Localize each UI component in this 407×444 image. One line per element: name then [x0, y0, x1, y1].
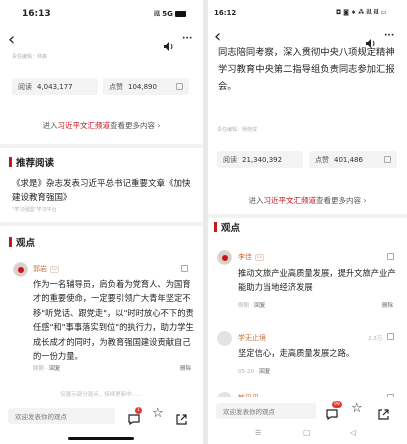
back-nav-icon[interactable]: ◁ — [350, 428, 356, 437]
commenter-name[interactable]: 郭岩 Lv — [33, 264, 60, 274]
editor-line: 责任编辑：杨晓成 — [217, 127, 258, 133]
star-icon[interactable]: ☆ — [152, 407, 164, 421]
read-value: 4,043,177 — [37, 82, 73, 91]
channel-link-prefix: 进入 — [248, 196, 264, 205]
channel-link[interactable]: 进入习近平文汇频道查看更多内容 › — [0, 120, 203, 131]
left-phone-screen: 16:13 𝗂𝗅𝗅 5G ‹ ··· 责任编辑：林森 阅读 4,043,177 点… — [0, 0, 203, 444]
back-icon[interactable]: ‹ — [8, 31, 15, 49]
opinions-title-text: 观点 — [16, 238, 36, 249]
comment-meta: 刚刚 · 回复 — [238, 303, 266, 309]
comment-time: 05-20 — [238, 369, 254, 375]
delete-button[interactable]: 删除 — [180, 364, 191, 372]
thumbs-up-icon[interactable] — [181, 265, 188, 272]
reply-button[interactable]: 回复 — [254, 303, 265, 309]
read-label: 阅读 — [223, 155, 237, 164]
level-badge: Lv — [50, 266, 60, 273]
commenter-name[interactable]: 李佳 Lv — [238, 252, 265, 262]
battery-icon — [175, 11, 187, 17]
level-badge: Lv — [255, 254, 265, 261]
channel-link-prefix: 进入 — [42, 121, 58, 130]
opinions-title: 观点 — [9, 235, 35, 249]
speaker-icon[interactable] — [164, 36, 174, 55]
channel-link-highlight: 习近平文汇频道 — [263, 196, 317, 205]
like-box[interactable]: 点赞 401,486 — [309, 151, 397, 168]
avatar[interactable] — [217, 250, 232, 265]
recommended-article-title[interactable]: 《求是》杂志发表习近平总书记重要文章《加快建设教育强国》 — [12, 177, 192, 205]
share-icon[interactable] — [176, 410, 187, 429]
status-time: 16:12 — [214, 9, 237, 17]
thumbs-up-icon — [384, 156, 391, 163]
channel-link-suffix: 查看更多内容 — [110, 121, 156, 130]
more-icon[interactable]: ··· — [384, 31, 394, 41]
editor-line: 责任编辑：林森 — [12, 54, 48, 60]
right-phone-screen: 16:12 ◘ ◙ ∗ ⁂ 𝗂𝗅𝗅 𝗂𝗅𝗅 ▭ ‹ ··· 同志陪同考察，深入贯… — [208, 0, 407, 444]
chevron-right-icon: › — [157, 121, 161, 130]
comment-meta: 05-20 · 回复 — [238, 369, 271, 375]
divider — [208, 214, 407, 218]
commenter-name[interactable]: 学无止境 — [238, 333, 266, 343]
like-label: 点赞 — [315, 155, 329, 164]
status-icons: ◘ ◙ ∗ ⁂ 𝗂𝗅𝗅 𝗂𝗅𝗅 ▭ — [336, 9, 387, 16]
comment-time: 刚刚 — [238, 303, 250, 309]
comment-text: 作为一名辅导员，肩负着为党育人、为国育才的重要使命，一定要引领广大青年坚定不移"… — [33, 279, 194, 362]
like-box[interactable]: 点赞 104,890 — [103, 78, 189, 95]
avatar[interactable] — [13, 262, 28, 277]
recommended-title: 推荐阅读 — [9, 155, 54, 169]
comment-time: 刚刚 — [33, 366, 45, 372]
comment-count-badge: 99 — [332, 401, 342, 408]
like-label: 点赞 — [109, 82, 123, 91]
network-type: 5G — [162, 10, 173, 18]
share-icon[interactable] — [378, 405, 389, 424]
home-nav-icon[interactable]: ▢ — [303, 428, 311, 437]
status-time: 16:13 — [22, 9, 51, 19]
channel-link[interactable]: 进入习近平文汇频道查看更多内容 › — [208, 195, 407, 206]
opinions-title-text: 观点 — [221, 223, 241, 234]
reply-button[interactable]: 回复 — [259, 369, 270, 375]
status-icons: 𝗂𝗅𝗅 5G — [154, 10, 187, 18]
like-count: 2.3万 — [368, 336, 383, 342]
section-bar — [9, 237, 12, 247]
home-indicator[interactable] — [68, 437, 134, 440]
divider — [0, 144, 203, 148]
read-label: 阅读 — [18, 82, 32, 91]
comment-text: 坚定信心，走高质量发展之路。 — [238, 348, 355, 358]
menu-nav-icon[interactable]: ☰ — [255, 429, 261, 437]
opinions-title: 观点 — [214, 220, 240, 234]
read-value: 21,340,392 — [242, 155, 283, 164]
commenter-name-text: 李佳 — [238, 253, 252, 261]
read-count-box: 阅读 4,043,177 — [12, 78, 98, 95]
avatar[interactable] — [217, 331, 232, 346]
comment-text: 推动文旅产业高质量发展，提升文旅产业产能助力当地经济发展 — [238, 268, 396, 293]
commenter-name-text: 郭岩 — [33, 265, 47, 273]
comment-count-badge: 1 — [135, 407, 142, 414]
comment-input[interactable]: 欢迎发表你的观点 — [216, 403, 316, 419]
recommended-title-text: 推荐阅读 — [16, 158, 55, 169]
reply-button[interactable]: 回复 — [49, 366, 60, 372]
recommended-article-source: "学习强国"学习平台 — [12, 207, 57, 213]
comment-icon[interactable]: 1 — [128, 407, 142, 429]
signal-icon: 𝗂𝗅𝗅 — [154, 10, 160, 18]
comment-icon[interactable]: 99 — [326, 401, 342, 424]
comment-input[interactable]: 欢迎发表你的观点 — [8, 408, 115, 424]
thumbs-up-icon[interactable] — [387, 333, 394, 340]
read-count-box: 阅读 21,340,392 — [217, 151, 303, 168]
footer-hint: 仅展示部分观点，持续更新中…… — [60, 392, 143, 398]
thumbs-up-icon — [176, 83, 183, 90]
article-paragraph: 同志陪同考察，深入贯彻中央八项规定精神学习教育中央第二指导组负责同志参加汇报会。 — [218, 47, 395, 92]
delete-button[interactable]: 删除 — [382, 301, 393, 309]
like-value: 104,890 — [128, 82, 157, 91]
channel-link-suffix: 查看更多内容 — [316, 196, 362, 205]
thumbs-up-icon[interactable] — [387, 253, 394, 260]
channel-link-highlight: 习近平文汇频道 — [57, 121, 111, 130]
star-icon[interactable]: ☆ — [351, 402, 363, 416]
more-icon[interactable]: ··· — [182, 34, 192, 44]
chevron-right-icon: › — [363, 196, 367, 205]
divider — [0, 222, 203, 226]
like-value: 401,486 — [334, 155, 363, 164]
section-bar — [9, 157, 12, 167]
section-bar — [214, 222, 217, 232]
comment-meta: 刚刚 · 回复 — [33, 366, 61, 372]
